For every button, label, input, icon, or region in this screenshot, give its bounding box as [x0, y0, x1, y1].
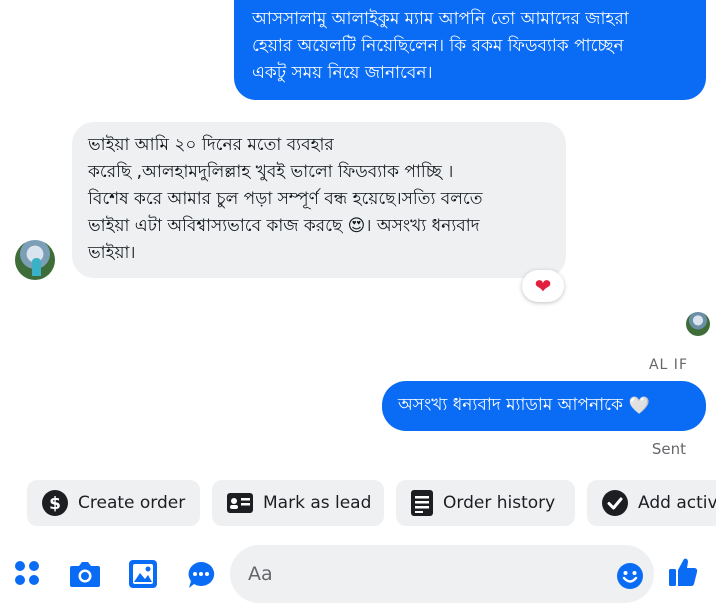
composer-bar: Aa [0, 540, 716, 608]
message-line: ভাইয়া। [88, 243, 136, 263]
outgoing-message[interactable]: অসংখ্য ধন্যবাদ ম্যাডাম আপনাকে 🤍 [382, 381, 706, 431]
gallery-icon[interactable] [128, 559, 158, 589]
message-status: Sent [651, 440, 686, 458]
quick-actions-bar[interactable]: $ Create order Mark as lead Order histor… [0, 480, 716, 526]
white-heart-emoji: 🤍 [628, 396, 651, 416]
message-line: ভাইয়া আমি ২০ দিনের মতো ব্যবহার [88, 135, 334, 155]
camera-icon[interactable] [69, 560, 101, 588]
message-line: বিশেষ করে আমার চুল পড়া সম্পূর্ণ বন্ধ হয… [88, 189, 483, 209]
thumbs-up-icon[interactable] [667, 556, 699, 588]
document-list-icon [410, 489, 434, 517]
add-activity-button[interactable]: Add activ [587, 480, 716, 526]
message-line: হেয়ার অয়েলটি নিয়েছিলেন। কি রকম ফিডব্য… [252, 36, 624, 56]
message-line: আসসালামু আলাইকুম ম্যাম আপনি তো আমাদের জা… [252, 9, 629, 29]
chat-bubble-icon[interactable] [186, 560, 216, 590]
incoming-message[interactable]: ভাইয়া আমি ২০ দিনের মতো ব্যবহার করেছি ,আ… [72, 122, 566, 278]
emoji-icon[interactable] [616, 562, 644, 595]
heart-reaction-icon[interactable]: ❤ [522, 270, 564, 302]
chip-label: Add activ [638, 493, 716, 513]
seen-avatar [686, 312, 710, 336]
chip-label: Create order [78, 493, 186, 513]
dollar-icon: $ [41, 489, 69, 517]
menu-dots-icon[interactable] [14, 560, 42, 588]
checkmark-circle-icon [601, 489, 629, 517]
contact-avatar[interactable] [15, 240, 55, 280]
id-card-icon [226, 492, 254, 514]
reaction-glyph: ❤ [534, 274, 552, 298]
message-line: করেছি ,আলহামদুলিল্লাহ খুবই ভালো ফিডব্যাক… [88, 162, 454, 182]
message-line: একটু সময় নিয়ে জানাবেন। [252, 63, 433, 83]
mark-as-lead-button[interactable]: Mark as lead [212, 480, 384, 526]
message-line: ভাইয়া এটা অবিশ্বাস্যভাবে কাজ করছে 😍। অস… [88, 216, 480, 236]
outgoing-message[interactable]: আসসালামু আলাইকুম ম্যাম আপনি তো আমাদের জা… [234, 0, 706, 100]
chip-label: Order history [443, 493, 556, 513]
message-text: অসংখ্য ধন্যবাদ ম্যাডাম আপনাকে [398, 395, 623, 415]
message-input[interactable]: Aa [230, 545, 654, 603]
chip-label: Mark as lead [263, 493, 372, 513]
seen-by-label: AL IF [648, 357, 688, 373]
message-input-placeholder: Aa [248, 563, 273, 585]
order-history-button[interactable]: Order history [396, 480, 575, 526]
svg-text:$: $ [49, 494, 61, 514]
create-order-button[interactable]: $ Create order [27, 480, 200, 526]
